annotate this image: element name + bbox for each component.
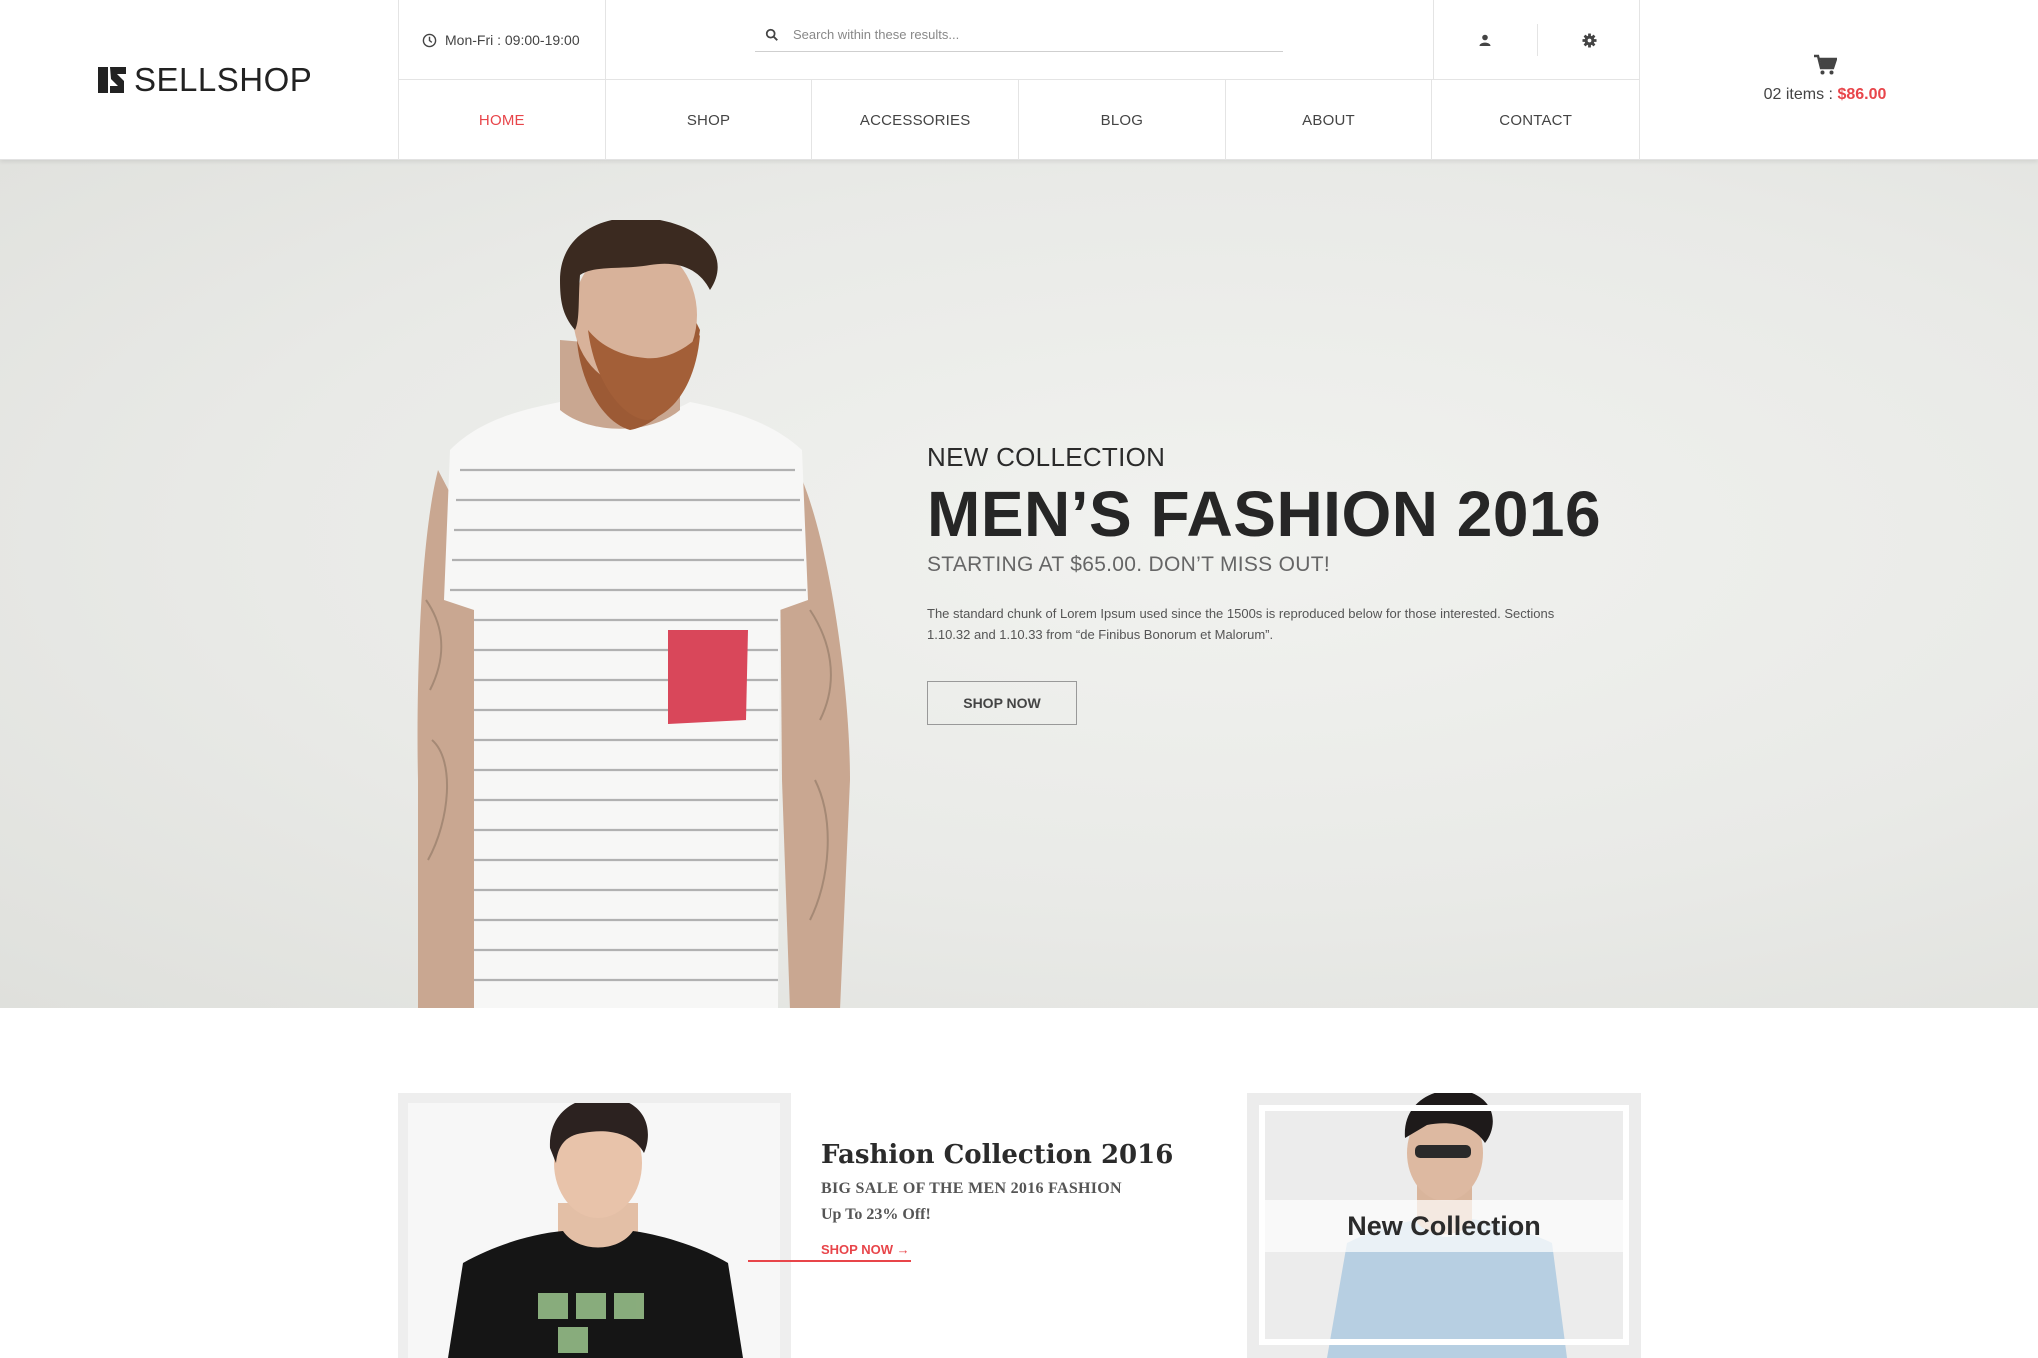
promo-right-card[interactable]: New Collection (1247, 1093, 1641, 1358)
promo-left-image (408, 1103, 780, 1358)
hero-banner: NEW COLLECTION MEN’S FASHION 2016 STARTI… (0, 160, 2038, 1008)
hero-subtitle: STARTING AT $65.00. DON’T MISS OUT! (927, 553, 1330, 576)
cart-items-label: 02 items : (1763, 86, 1833, 103)
site-header: SELLSHOP Mon-Fri : 09:00-19:00 Search wi… (0, 0, 2038, 160)
hero-model-image (417, 220, 850, 1008)
nav-accessories[interactable]: ACCESSORIES (812, 80, 1020, 160)
new-collection-band: New Collection (1259, 1200, 1629, 1252)
promo-model-image (408, 1103, 780, 1358)
promo-offer: Up To 23% Off! (821, 1206, 931, 1223)
gear-icon[interactable] (1579, 30, 1599, 50)
account-controls (1433, 0, 1641, 80)
opening-hours-text: Mon-Fri : 09:00-19:00 (445, 32, 580, 48)
hero-description: The standard chunk of Lorem Ipsum used s… (927, 606, 1555, 642)
nav-home[interactable]: HOME (399, 80, 606, 160)
search-bar (755, 18, 1283, 52)
promo-subtitle: BIG SALE OF THE MEN 2016 FASHION (821, 1180, 1122, 1197)
cart-icon[interactable] (1813, 54, 1837, 76)
hero-title: MEN’S FASHION 2016 (927, 478, 1602, 550)
nav-contact[interactable]: CONTACT (1432, 80, 1639, 160)
new-collection-label: New Collection (1347, 1210, 1541, 1241)
logo-text: SELLSHOP (134, 61, 313, 98)
opening-hours: Mon-Fri : 09:00-19:00 (399, 0, 606, 80)
search-icon[interactable] (765, 28, 779, 42)
logo-mark-icon (98, 67, 126, 93)
hero-kicker: NEW COLLECTION (927, 442, 1166, 472)
promo-text-block: Fashion Collection 2016 BIG SALE OF THE … (821, 1140, 1241, 1224)
nav-shop[interactable]: SHOP (606, 80, 813, 160)
shop-now-button[interactable]: SHOP NOW (927, 681, 1077, 725)
cart-total: $86.00 (1837, 86, 1887, 103)
promo-shop-now-link[interactable]: SHOP NOW → (821, 1242, 910, 1257)
search-input[interactable] (793, 27, 1253, 42)
divider (1537, 24, 1538, 56)
cart-summary[interactable]: 02 items : $86.00 (1740, 86, 1910, 104)
promo-title: Fashion Collection 2016 (821, 1140, 1174, 1170)
hero-content: NEW COLLECTION MEN’S FASHION 2016 STARTI… (927, 442, 1627, 725)
main-nav: HOME SHOP ACCESSORIES BLOG ABOUT CONTACT (399, 80, 1639, 160)
header-center: Mon-Fri : 09:00-19:00 Search within thes… (398, 0, 1640, 160)
user-icon[interactable] (1475, 30, 1495, 50)
clock-icon (422, 33, 437, 47)
nav-blog[interactable]: BLOG (1019, 80, 1226, 160)
promo-link-underline (748, 1260, 911, 1262)
promo-left-card[interactable] (398, 1093, 791, 1358)
nav-about[interactable]: ABOUT (1226, 80, 1433, 160)
logo[interactable]: SELLSHOP (98, 56, 312, 104)
header-top-row: Mon-Fri : 09:00-19:00 (399, 0, 1639, 80)
